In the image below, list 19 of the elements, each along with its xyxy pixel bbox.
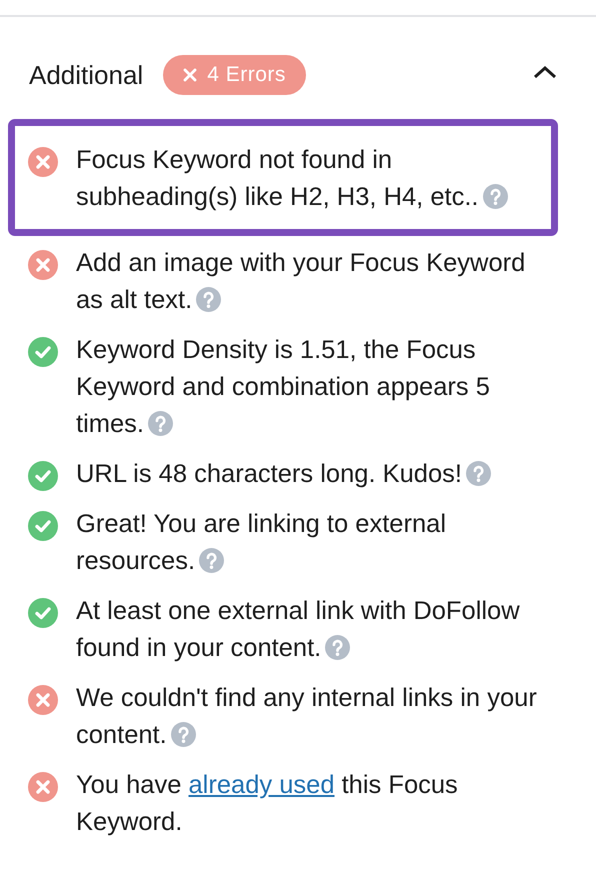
section-title: Additional: [29, 60, 144, 90]
check-message: URL is 48 characters long. Kudos!: [76, 456, 554, 493]
help-icon[interactable]: [325, 635, 350, 660]
help-icon[interactable]: [148, 411, 174, 436]
check-message: Keyword Density is 1.51, the Focus Keyword and combination appears 5 times.: [76, 335, 491, 440]
check-message: Great! You are linking to external resources.: [76, 509, 447, 577]
help-icon[interactable]: [466, 461, 491, 486]
check-message: We couldn't find any internal links in your content.: [76, 683, 538, 751]
error-badge: 4 Errors: [163, 55, 306, 95]
help-icon[interactable]: [170, 722, 196, 747]
check-message: Add an image with your Focus Keyword as alt text.: [76, 248, 526, 316]
link[interactable]: already used: [188, 771, 335, 799]
check-message: You have already used this Focus Keyword.: [76, 770, 459, 838]
check-message: At least one external link with DoFollow found in your content.: [76, 596, 521, 664]
check-message: Focus Keyword not found in subheading(s) like H2, H3, H4, etc..: [76, 142, 551, 216]
help-icon[interactable]: [482, 184, 508, 209]
help-icon[interactable]: [199, 548, 224, 573]
close-icon: [183, 68, 198, 82]
help-icon[interactable]: [196, 287, 222, 312]
